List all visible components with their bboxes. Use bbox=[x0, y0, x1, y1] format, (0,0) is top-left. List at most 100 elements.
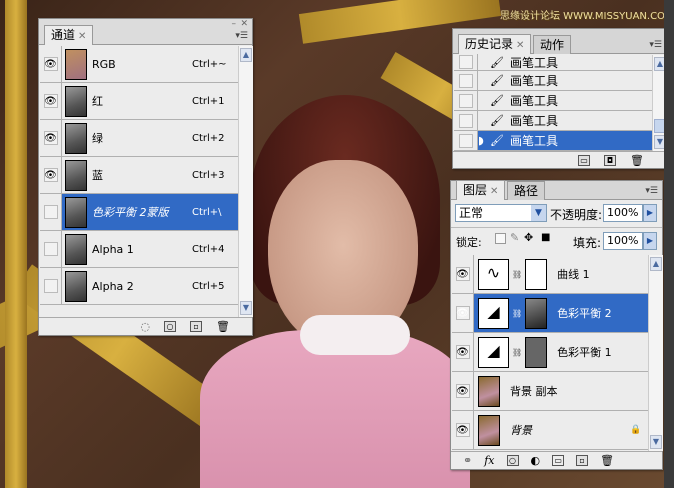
channel-shortcut: Ctrl+3 bbox=[192, 169, 225, 181]
add-mask-icon[interactable]: ○ bbox=[506, 455, 519, 466]
save-selection-icon[interactable]: ○ bbox=[164, 321, 177, 332]
empty-checkbox-icon bbox=[458, 133, 473, 148]
close-icon[interactable]: ✕ bbox=[516, 40, 524, 51]
channel-row[interactable]: Alpha 2 Ctrl+5 bbox=[40, 268, 238, 305]
visibility-toggle[interactable]: 👁 bbox=[40, 83, 62, 119]
layer-name: 色彩平衡 2 bbox=[557, 307, 612, 320]
history-state[interactable]: 🖌 画笔工具 bbox=[454, 91, 652, 111]
channel-row[interactable]: 👁 红 Ctrl+1 bbox=[40, 83, 238, 120]
visibility-toggle[interactable]: 👁 bbox=[40, 46, 62, 82]
channel-row[interactable]: 👁 绿 Ctrl+2 bbox=[40, 120, 238, 157]
lock-position-icon[interactable]: ✥ bbox=[524, 231, 533, 244]
minimize-icon[interactable]: – bbox=[232, 19, 237, 29]
new-layer-icon[interactable]: ▫ bbox=[576, 455, 589, 466]
close-icon[interactable]: ✕ bbox=[78, 31, 86, 42]
channel-row[interactable]: 👁 蓝 Ctrl+3 bbox=[40, 157, 238, 194]
brush-icon: 🖌 bbox=[490, 134, 504, 147]
new-group-icon[interactable]: ▭ bbox=[552, 455, 565, 466]
layer-row[interactable]: 👁 背景 🔒 bbox=[452, 411, 648, 450]
snapshot-source-toggle[interactable] bbox=[454, 111, 478, 130]
history-state[interactable]: 🖌 画笔工具 bbox=[454, 111, 652, 131]
layer-name: 曲线 1 bbox=[557, 268, 590, 281]
trash-icon[interactable]: 🗑 bbox=[216, 320, 230, 333]
fill-slider-button[interactable]: ▶ bbox=[643, 232, 657, 250]
visibility-toggle[interactable]: 👁 bbox=[452, 372, 474, 410]
channel-row[interactable]: 色彩平衡 2蒙版 Ctrl+\ bbox=[40, 194, 238, 231]
lock-label: 锁定: bbox=[456, 236, 482, 249]
new-channel-icon[interactable]: ▫ bbox=[190, 321, 203, 332]
channel-shortcut: Ctrl+~ bbox=[192, 58, 227, 70]
history-state[interactable]: 🖌 画笔工具 bbox=[454, 71, 652, 91]
history-state[interactable]: ◗ 🖌 画笔工具 bbox=[454, 131, 652, 151]
opacity-slider-button[interactable]: ▶ bbox=[643, 204, 657, 222]
new-document-icon[interactable]: ▭ bbox=[578, 154, 591, 166]
watermark: 思缘设计论坛 WWW.MISSYUAN.COM bbox=[500, 11, 674, 22]
link-icon: ⛓ bbox=[512, 347, 523, 357]
empty-checkbox-icon bbox=[458, 93, 473, 108]
fill-label: 填充: bbox=[573, 236, 602, 250]
empty-visibility-icon bbox=[43, 242, 58, 256]
visibility-toggle[interactable]: 👁 bbox=[40, 157, 62, 193]
scrollbar[interactable]: ▲ ▼ bbox=[648, 255, 663, 451]
empty-checkbox-icon bbox=[458, 55, 473, 69]
channels-panel: 通道 ✕ ▾☰ – ✕ 👁 RGB Ctrl+~ 👁 红 Ctrl+1 👁 绿 Ctrl+2 👁 蓝 C… bbox=[38, 18, 253, 336]
layer-row[interactable]: 👁 ◢ ⛓ 色彩平衡 2 bbox=[452, 294, 648, 333]
channel-thumbnail bbox=[65, 196, 87, 228]
scrollbar[interactable]: ▲ ▼ bbox=[238, 46, 253, 317]
panel-menu-icon[interactable]: ▾☰ bbox=[645, 186, 658, 196]
visibility-toggle[interactable]: 👁 bbox=[452, 255, 474, 293]
tab-history[interactable]: 历史记录 ✕ bbox=[458, 34, 532, 54]
lock-transparency-icon[interactable] bbox=[495, 233, 506, 244]
snapshot-source-toggle[interactable] bbox=[454, 71, 478, 90]
fx-icon[interactable]: fx bbox=[484, 454, 494, 467]
blend-mode-select[interactable]: 正常 ▼ bbox=[455, 204, 547, 222]
layer-mask-thumbnail bbox=[525, 258, 548, 290]
channel-row[interactable]: Alpha 1 Ctrl+4 bbox=[40, 231, 238, 268]
layer-row[interactable]: 👁 ◢ ⛓ 色彩平衡 1 bbox=[452, 333, 648, 372]
adjustment-layer-icon[interactable]: ◐ bbox=[531, 454, 541, 467]
tab-paths[interactable]: 路径 bbox=[507, 181, 546, 200]
history-state-marker-icon: ◗ bbox=[478, 134, 484, 147]
opacity-input[interactable]: 100% bbox=[603, 204, 643, 222]
channel-name: 蓝 bbox=[92, 169, 103, 182]
visibility-toggle[interactable] bbox=[40, 231, 62, 267]
tab-channels[interactable]: 通道 ✕ bbox=[44, 25, 94, 45]
link-layers-icon[interactable]: ⚭ bbox=[463, 454, 472, 467]
visibility-toggle[interactable]: 👁 bbox=[452, 411, 474, 449]
channel-thumbnail bbox=[65, 233, 87, 265]
lock-pixels-icon[interactable]: ✎ bbox=[510, 231, 519, 244]
snapshot-source-toggle[interactable] bbox=[454, 91, 478, 110]
empty-checkbox-icon bbox=[458, 113, 473, 128]
visibility-toggle[interactable]: 👁 bbox=[452, 294, 474, 332]
tab-actions[interactable]: 动作 bbox=[533, 35, 572, 54]
channel-row[interactable]: 👁 RGB Ctrl+~ bbox=[40, 46, 238, 83]
channel-name: 绿 bbox=[92, 132, 103, 145]
visibility-toggle[interactable]: 👁 bbox=[40, 120, 62, 156]
layer-mask-thumbnail bbox=[525, 336, 548, 368]
channel-shortcut: Ctrl+4 bbox=[192, 243, 225, 255]
channel-thumbnail bbox=[65, 159, 87, 191]
trash-icon[interactable]: 🗑 bbox=[630, 154, 644, 167]
close-icon[interactable]: ✕ bbox=[490, 186, 498, 197]
layer-thumbnail bbox=[478, 414, 500, 446]
trash-icon[interactable]: 🗑 bbox=[600, 454, 614, 467]
fill-input[interactable]: 100% bbox=[603, 232, 643, 250]
visibility-toggle[interactable]: 👁 bbox=[452, 333, 474, 371]
panel-menu-icon[interactable]: ▾☰ bbox=[649, 40, 662, 50]
visibility-toggle[interactable] bbox=[40, 268, 62, 304]
load-selection-icon[interactable]: ◌ bbox=[140, 320, 150, 333]
layer-name: 色彩平衡 1 bbox=[557, 346, 612, 359]
snapshot-source-toggle[interactable] bbox=[454, 131, 478, 150]
close-icon[interactable]: ✕ bbox=[240, 19, 248, 29]
history-state[interactable]: 🖌 画笔工具 bbox=[454, 54, 652, 71]
snapshot-source-toggle[interactable] bbox=[454, 54, 478, 70]
layer-row[interactable]: 👁 ∿ ⛓ 曲线 1 bbox=[452, 255, 648, 294]
opacity-label: 不透明度: bbox=[550, 208, 603, 222]
tab-layers[interactable]: 图层 ✕ bbox=[456, 180, 506, 200]
visibility-toggle[interactable] bbox=[40, 194, 62, 230]
color-balance-adjustment-icon: ◢ bbox=[478, 297, 509, 329]
panel-menu-icon[interactable]: ▾☰ bbox=[235, 31, 248, 41]
snapshot-icon[interactable]: ◘ bbox=[604, 154, 617, 166]
lock-all-icon[interactable]: ■ bbox=[541, 232, 550, 243]
layer-row[interactable]: 👁 背景 副本 bbox=[452, 372, 648, 411]
